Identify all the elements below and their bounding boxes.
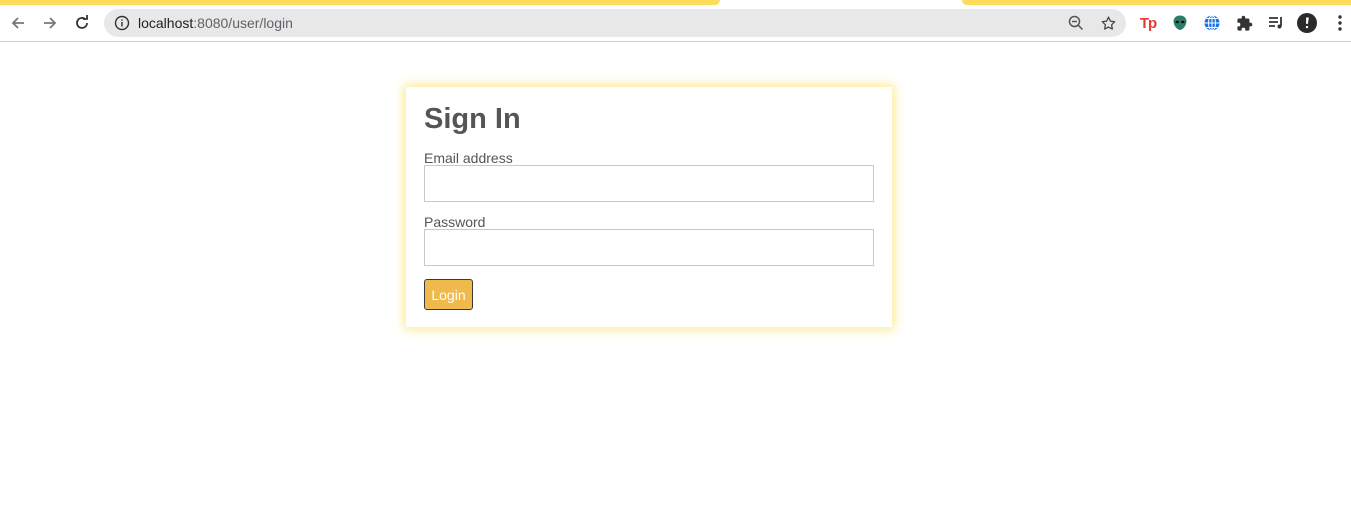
tp-extension-button[interactable]: Tp <box>1138 13 1158 33</box>
browser-toolbar: localhost:8080/user/login Tp <box>0 5 1351 42</box>
alien-extension-button[interactable] <box>1170 13 1190 33</box>
media-queue-icon <box>1269 17 1282 29</box>
arrow-left-icon <box>11 17 24 29</box>
star-icon <box>1101 15 1115 30</box>
address-bar[interactable]: localhost:8080/user/login <box>104 9 1126 37</box>
password-field[interactable] <box>424 229 874 266</box>
extensions-button[interactable] <box>1234 13 1254 33</box>
back-button[interactable] <box>4 9 32 37</box>
email-label: Email address <box>424 150 513 166</box>
more-vert-icon <box>1338 15 1342 31</box>
reload-button[interactable] <box>68 9 96 37</box>
profile-avatar-icon <box>1297 13 1317 33</box>
profile-button[interactable] <box>1297 13 1317 33</box>
forward-button[interactable] <box>36 9 64 37</box>
globe-extension-button[interactable] <box>1202 13 1222 33</box>
password-label: Password <box>424 214 486 230</box>
tp-extension-icon: Tp <box>1139 14 1157 32</box>
url-host: localhost <box>138 15 194 31</box>
url-text[interactable]: localhost:8080/user/login <box>138 15 293 31</box>
zoom-out-icon <box>1068 15 1084 31</box>
url-path: :8080/user/login <box>193 15 293 31</box>
reload-icon <box>76 15 88 29</box>
page-title: Sign In <box>424 103 521 135</box>
bookmark-button[interactable] <box>1098 13 1118 33</box>
globe-extension-icon <box>1204 15 1220 31</box>
login-button[interactable]: Login <box>424 279 473 310</box>
menu-button[interactable] <box>1330 13 1350 33</box>
zoom-button[interactable] <box>1066 13 1086 33</box>
arrow-right-icon <box>44 17 57 29</box>
login-card: Sign In Email address Password Login <box>406 87 892 327</box>
email-field[interactable] <box>424 165 874 202</box>
info-icon[interactable] <box>114 15 130 31</box>
puzzle-icon <box>1236 15 1252 31</box>
alien-extension-icon <box>1173 15 1187 30</box>
media-queue-button[interactable] <box>1266 13 1286 33</box>
